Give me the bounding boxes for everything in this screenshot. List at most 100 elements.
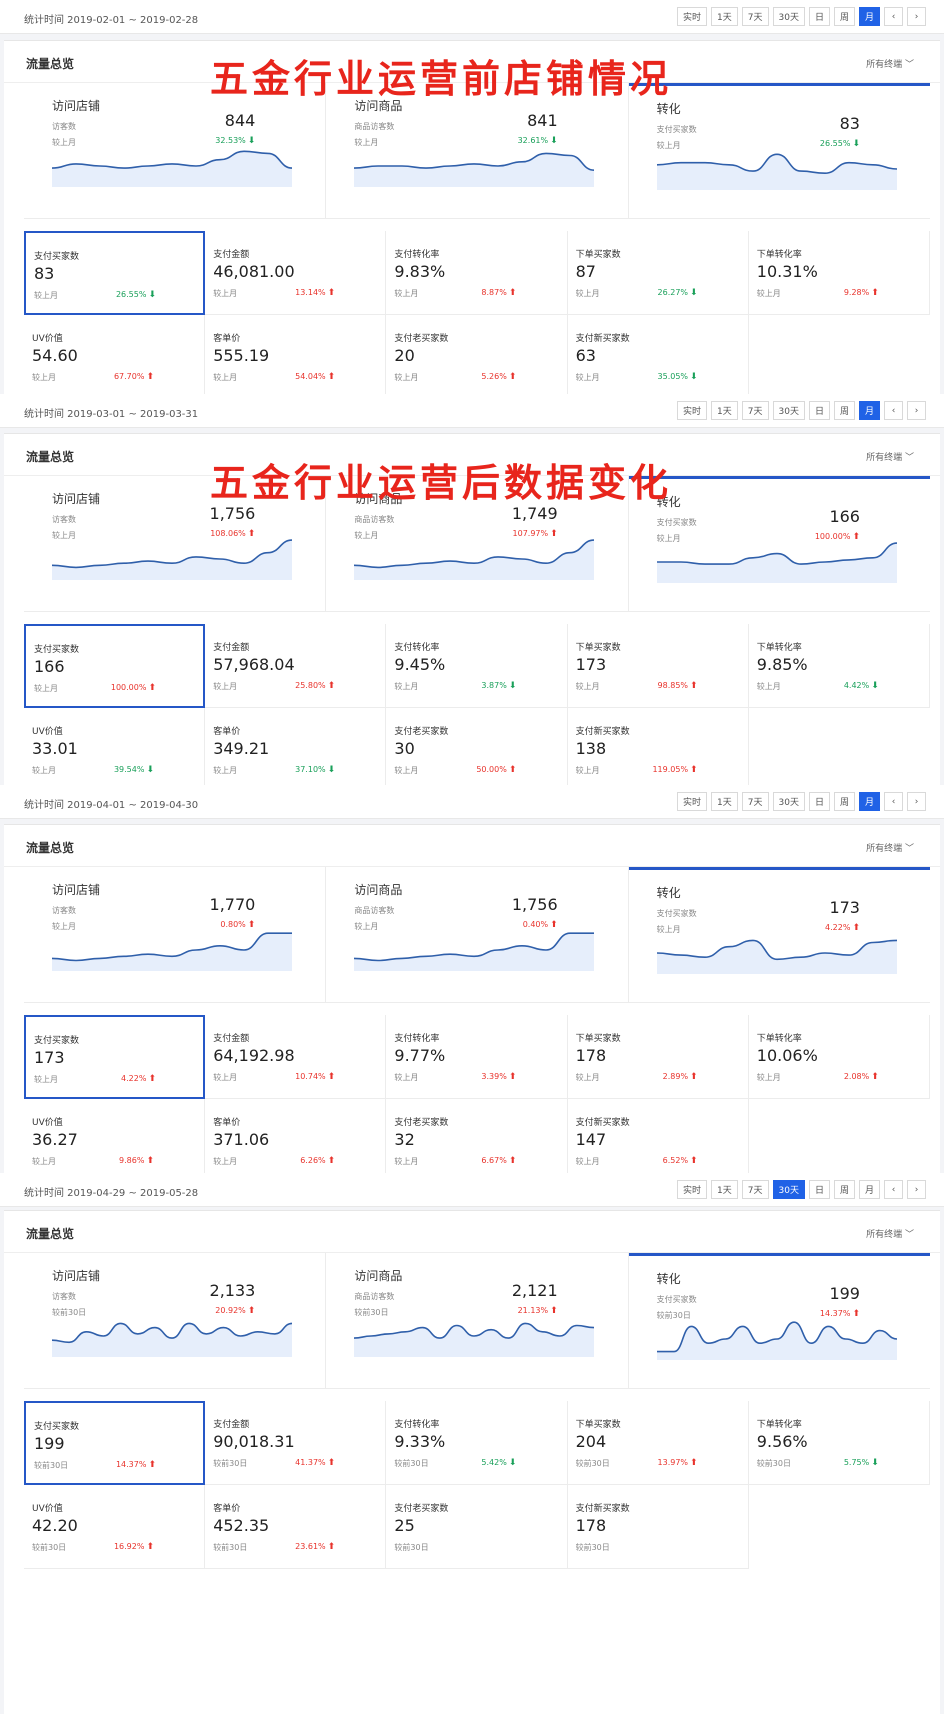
range-tab[interactable]: 周 bbox=[833, 792, 855, 811]
range-tab[interactable]: 30天 bbox=[772, 7, 805, 26]
arrow-down-icon: ⬇ bbox=[508, 681, 517, 691]
range-tab[interactable]: 实时 bbox=[677, 1180, 708, 1199]
range-tab[interactable]: 1天 bbox=[711, 792, 738, 811]
overview-panel[interactable]: 访问店铺 访客数 较上月 1,770 0.80% ⬆ bbox=[24, 867, 327, 1003]
metric-grid: 支付买家数 166 较上月 100.00% ⬆ 支付金额 57,968.04 较上月 25.80… bbox=[24, 624, 930, 792]
overview-panel[interactable]: 转化 支付买家数 较上月 173 4.22% ⬆ bbox=[628, 867, 930, 1003]
metric-cell[interactable]: 支付金额 64,192.98 较上月 10.74% ⬆ bbox=[205, 1015, 387, 1099]
metric-cell[interactable]: 下单买家数 204 较前30日 13.97% ⬆ bbox=[567, 1401, 749, 1485]
range-tab[interactable]: ‹ bbox=[884, 792, 903, 811]
metric-cell[interactable]: 支付新买家数 63 较上月 35.05% ⬇ bbox=[567, 315, 749, 399]
range-tab[interactable]: 实时 bbox=[677, 7, 708, 26]
metric-cell[interactable]: 支付金额 57,968.04 较上月 25.80% ⬆ bbox=[205, 624, 387, 708]
range-tab[interactable]: 30天 bbox=[772, 792, 805, 811]
range-tab[interactable]: 1天 bbox=[711, 1180, 738, 1199]
range-tab[interactable]: 1天 bbox=[711, 7, 738, 26]
overview-panel[interactable]: 转化 支付买家数 较前30日 199 14.37% ⬆ bbox=[628, 1253, 930, 1389]
metric-cell[interactable]: 支付金额 46,081.00 较上月 13.14% ⬆ bbox=[205, 231, 387, 315]
overview-panel[interactable]: 转化 支付买家数 较上月 83 26.55% ⬇ bbox=[628, 83, 930, 219]
overview-panel[interactable]: 访问商品 商品访客数 较前30日 2,121 21.13% ⬆ bbox=[326, 1253, 629, 1389]
terminal-select[interactable]: 所有终端 ﹀ bbox=[866, 450, 914, 463]
range-tab[interactable]: 周 bbox=[833, 7, 855, 26]
metric-cell[interactable]: 支付老买家数 32 较上月 6.67% ⬆ bbox=[386, 1099, 568, 1183]
overview-panel[interactable]: 访问商品 商品访客数 较上月 1,756 0.40% ⬆ bbox=[326, 867, 629, 1003]
panel-value: 2,121 bbox=[511, 1281, 558, 1300]
range-tab[interactable]: 30天 bbox=[772, 401, 805, 420]
metric-cell[interactable]: 支付新买家数 138 较上月 119.05% ⬆ bbox=[567, 708, 749, 792]
range-tab[interactable]: 7天 bbox=[741, 1180, 769, 1199]
range-tab[interactable]: › bbox=[907, 1180, 926, 1199]
range-tab[interactable]: 7天 bbox=[741, 792, 769, 811]
range-tab[interactable]: 1天 bbox=[711, 401, 738, 420]
metric-cell[interactable]: 支付买家数 173 较上月 4.22% ⬆ bbox=[24, 1015, 206, 1099]
metric-cell[interactable]: 支付转化率 9.83% 较上月 8.87% ⬆ bbox=[386, 231, 568, 315]
range-tab[interactable]: 月 bbox=[858, 7, 880, 26]
metric-cell[interactable]: 支付老买家数 20 较上月 5.26% ⬆ bbox=[386, 315, 568, 399]
metric-cell[interactable]: UV价值 33.01 较上月 39.54% ⬇ bbox=[24, 708, 206, 792]
metric-cell[interactable]: 支付买家数 199 较前30日 14.37% ⬆ bbox=[24, 1401, 206, 1485]
metric-cell[interactable]: 下单转化率 9.56% 较前30日 5.75% ⬇ bbox=[748, 1401, 930, 1485]
metric-cell[interactable]: 下单买家数 178 较上月 2.89% ⬆ bbox=[567, 1015, 749, 1099]
terminal-select[interactable]: 所有终端 ﹀ bbox=[866, 57, 914, 70]
range-tab[interactable]: 7天 bbox=[741, 7, 769, 26]
metric-cell[interactable]: 支付买家数 166 较上月 100.00% ⬆ bbox=[24, 624, 206, 708]
metric-value: 349.21 bbox=[213, 739, 270, 758]
range-tab[interactable]: › bbox=[907, 792, 926, 811]
terminal-select[interactable]: 所有终端 ﹀ bbox=[866, 841, 914, 854]
terminal-select[interactable]: 所有终端 ﹀ bbox=[866, 1227, 914, 1240]
metric-cell[interactable]: 下单买家数 87 较上月 26.27% ⬇ bbox=[567, 231, 749, 315]
range-tab[interactable]: 周 bbox=[833, 401, 855, 420]
range-tab[interactable]: 日 bbox=[808, 7, 830, 26]
metric-cell[interactable]: 支付转化率 9.77% 较上月 3.39% ⬆ bbox=[386, 1015, 568, 1099]
range-tab[interactable]: 日 bbox=[808, 792, 830, 811]
metric-cell[interactable]: 支付买家数 83 较上月 26.55% ⬇ bbox=[24, 231, 206, 315]
metric-change-value: 119.05% bbox=[652, 765, 689, 774]
metric-cell[interactable]: 支付老买家数 30 较上月 50.00% ⬆ bbox=[386, 708, 568, 792]
metric-cell[interactable]: UV价值 42.20 较前30日 16.92% ⬆ bbox=[24, 1485, 206, 1569]
arrow-up-icon: ⬆ bbox=[146, 1542, 154, 1552]
trend-sparkline bbox=[354, 152, 595, 187]
metric-cell[interactable]: 客单价 452.35 较前30日 23.61% ⬆ bbox=[205, 1485, 387, 1569]
metric-cell[interactable]: 客单价 349.21 较上月 37.10% ⬇ bbox=[205, 708, 387, 792]
overview-panel[interactable]: 访问店铺 访客数 较上月 844 32.53% ⬇ bbox=[24, 83, 327, 219]
metric-change-value: 8.87% bbox=[481, 288, 507, 297]
range-tab[interactable]: 7天 bbox=[741, 401, 769, 420]
metric-compare-label: 较上月 bbox=[575, 289, 600, 298]
range-tab[interactable]: 实时 bbox=[677, 792, 708, 811]
metric-cell[interactable]: 支付转化率 9.33% 较前30日 5.42% ⬇ bbox=[386, 1401, 568, 1485]
range-tab[interactable]: 月 bbox=[858, 401, 880, 420]
metric-cell[interactable]: 下单转化率 9.85% 较上月 4.42% ⬇ bbox=[748, 624, 930, 708]
range-tab[interactable]: › bbox=[907, 7, 926, 26]
metric-value: 25 bbox=[394, 1516, 415, 1535]
range-tab[interactable]: 30天 bbox=[772, 1180, 805, 1199]
overview-panel[interactable]: 访问店铺 访客数 较前30日 2,133 20.92% ⬆ bbox=[24, 1253, 327, 1389]
metric-cell[interactable]: UV价值 54.60 较上月 67.70% ⬆ bbox=[24, 315, 206, 399]
range-tab[interactable]: 日 bbox=[808, 401, 830, 420]
metric-cell[interactable]: 支付转化率 9.45% 较上月 3.87% ⬇ bbox=[386, 624, 568, 708]
metric-cell[interactable]: 支付新买家数 147 较上月 6.52% ⬆ bbox=[567, 1099, 749, 1183]
metric-change: 54.04% ⬆ bbox=[275, 372, 335, 382]
metric-cell[interactable]: 支付新买家数 178 较前30日 bbox=[567, 1485, 749, 1569]
range-tab[interactable]: ‹ bbox=[884, 401, 903, 420]
overview-panel[interactable]: 访问商品 商品访客数 较上月 841 32.61% ⬇ bbox=[326, 83, 629, 219]
range-tab[interactable]: 月 bbox=[858, 792, 880, 811]
range-tab[interactable]: › bbox=[907, 401, 926, 420]
metric-cell[interactable]: 下单转化率 10.06% 较上月 2.08% ⬆ bbox=[748, 1015, 930, 1099]
overview-panel[interactable]: 转化 支付买家数 较上月 166 100.00% ⬆ bbox=[628, 476, 930, 612]
metric-cell[interactable]: 客单价 555.19 较上月 54.04% ⬆ bbox=[205, 315, 387, 399]
range-tab[interactable]: ‹ bbox=[884, 7, 903, 26]
range-tab[interactable]: ‹ bbox=[884, 1180, 903, 1199]
range-tab[interactable]: 周 bbox=[833, 1180, 855, 1199]
range-tab[interactable]: 实时 bbox=[677, 401, 708, 420]
metric-cell[interactable]: 下单买家数 173 较上月 98.85% ⬆ bbox=[567, 624, 749, 708]
metric-cell[interactable]: 支付金额 90,018.31 较前30日 41.37% ⬆ bbox=[205, 1401, 387, 1485]
metric-cell[interactable]: 下单转化率 10.31% 较上月 9.28% ⬆ bbox=[748, 231, 930, 315]
metric-label: 支付老买家数 bbox=[394, 727, 449, 737]
metric-cell[interactable]: UV价值 36.27 较上月 9.86% ⬆ bbox=[24, 1099, 206, 1183]
metric-label: 支付转化率 bbox=[394, 1034, 440, 1044]
metric-change: 50.00% ⬆ bbox=[456, 765, 516, 775]
metric-cell[interactable]: 客单价 371.06 较上月 6.26% ⬆ bbox=[205, 1099, 387, 1183]
range-tab[interactable]: 月 bbox=[858, 1180, 880, 1199]
range-tab[interactable]: 日 bbox=[808, 1180, 830, 1199]
metric-cell[interactable]: 支付老买家数 25 较前30日 bbox=[386, 1485, 568, 1569]
